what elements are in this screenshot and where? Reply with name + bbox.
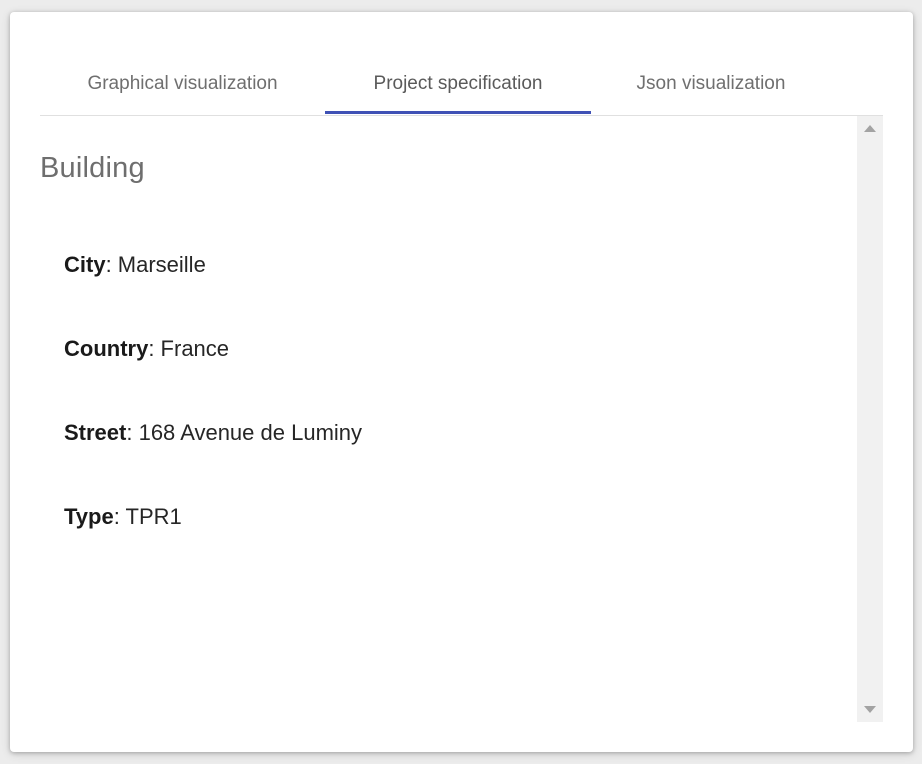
tab-content-panel[interactable]: Building City: Marseille Country: France… [40,116,857,722]
field-row-type: Type: TPR1 [64,504,362,588]
tab-bar: Graphical visualization Project specific… [40,56,883,116]
field-key: Street [64,420,127,445]
field-list: City: Marseille Country: France Street: … [64,252,362,588]
field-value: : France [148,336,230,361]
section-title: Building [40,152,145,184]
field-value: : 168 Avenue de Luminy [126,420,363,445]
field-key: Country [64,336,149,361]
project-card: Graphical visualization Project specific… [10,12,913,752]
field-key: Type [64,504,114,529]
active-tab-indicator [325,111,591,114]
tab-label: Json visualization [636,72,786,94]
field-row-city: City: Marseille [64,252,362,336]
tab-label: Graphical visualization [87,72,278,94]
tab-graphical-visualization[interactable]: Graphical visualization [40,54,325,113]
field-row-country: Country: France [64,336,362,420]
tab-project-specification[interactable]: Project specification [325,54,591,114]
tab-json-visualization[interactable]: Json visualization [591,54,831,113]
triangle-down-icon[interactable] [864,706,876,713]
field-row-street: Street: 168 Avenue de Luminy [64,420,362,504]
triangle-up-icon[interactable] [864,125,876,132]
field-key: City [64,252,106,277]
field-value: : TPR1 [113,504,182,529]
tab-label: Project specification [373,72,543,94]
field-value: : Marseille [105,252,206,277]
vertical-scrollbar[interactable] [857,116,883,722]
